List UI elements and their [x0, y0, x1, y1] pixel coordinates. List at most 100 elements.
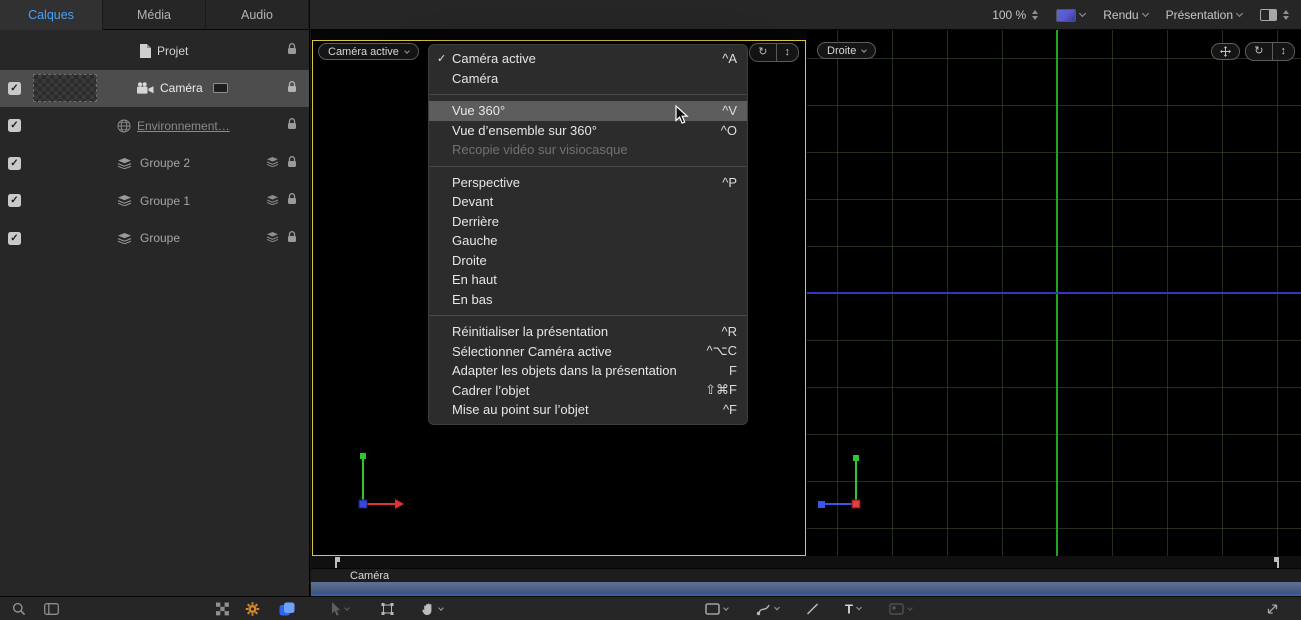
- rect-tool-icon: [705, 603, 720, 615]
- menu-item-en-bas[interactable]: En bas: [429, 290, 747, 310]
- timeline-track-label: Caméra: [350, 570, 389, 582]
- blue-axis-line: [807, 292, 1301, 294]
- bottom-toolbar: T: [0, 596, 1301, 620]
- pan-hand-tool[interactable]: [422, 602, 443, 616]
- view-popup-droite[interactable]: Droite: [817, 42, 876, 59]
- lock-icon[interactable]: [287, 118, 297, 133]
- visibility-checkbox[interactable]: [8, 82, 21, 95]
- rendu-dropdown[interactable]: Rendu: [1103, 8, 1147, 22]
- menu-item-camera[interactable]: Caméra: [429, 69, 747, 89]
- image-mask-tool[interactable]: [889, 603, 912, 615]
- dolly-view-button[interactable]: ↕: [1272, 43, 1295, 60]
- layer-thumbnail: [33, 74, 97, 102]
- visibility-checkbox[interactable]: [8, 232, 21, 245]
- timeline-track-bar[interactable]: [311, 582, 1301, 596]
- toggle-sidebar-button[interactable]: [44, 603, 59, 615]
- paint-stroke-icon: [756, 602, 771, 615]
- lock-icon[interactable]: [287, 231, 297, 246]
- menu-item-en-haut[interactable]: En haut: [429, 270, 747, 290]
- line-tool[interactable]: [806, 602, 819, 615]
- resize-handle[interactable]: [1266, 602, 1279, 615]
- search-button[interactable]: [12, 602, 26, 616]
- menu-item-selectionner-camera[interactable]: Sélectionner Caméra active ^⌥C: [429, 342, 747, 362]
- panel-tabs: Calques Média Audio: [0, 0, 310, 30]
- menu-item-shortcut: ^⌥C: [707, 343, 737, 359]
- dolly-view-button[interactable]: ↕: [776, 44, 799, 61]
- viewport-droite[interactable]: Droite ↻ ↕: [807, 30, 1301, 556]
- mouse-cursor: [674, 105, 689, 126]
- split-view-icon: [1260, 9, 1277, 21]
- tab-audio[interactable]: Audio: [206, 0, 309, 30]
- pan-view-button[interactable]: [1211, 43, 1240, 60]
- menu-item-label: Adapter les objets dans la présentation: [452, 363, 717, 378]
- visibility-checkbox[interactable]: [8, 157, 21, 170]
- menu-item-label: Caméra: [452, 71, 725, 86]
- menu-item-camera-active[interactable]: ✓ Caméra active ^A: [429, 49, 747, 69]
- tab-calques[interactable]: Calques: [0, 0, 103, 30]
- visibility-checkbox[interactable]: [8, 119, 21, 132]
- layer-label: Groupe: [140, 231, 180, 245]
- axis-gizmo[interactable]: [351, 449, 411, 511]
- chevron-down-icon: [344, 605, 350, 611]
- menu-item-perspective[interactable]: Perspective ^P: [429, 173, 747, 193]
- layer-label: Groupe 2: [140, 156, 190, 170]
- menu-item-adapter-objets[interactable]: Adapter les objets dans la présentation …: [429, 361, 747, 381]
- layer-row-groupe[interactable]: Groupe: [0, 220, 309, 258]
- zoom-level-dropdown[interactable]: 100 %: [992, 8, 1038, 22]
- channel-dropdown[interactable]: [1056, 9, 1085, 22]
- paint-stroke-tool[interactable]: [756, 602, 779, 615]
- menu-item-gauche[interactable]: Gauche: [429, 231, 747, 251]
- gear-toggle[interactable]: [245, 601, 260, 616]
- play-range-end-marker[interactable]: [1272, 557, 1279, 568]
- zoom-level-value: 100 %: [992, 8, 1026, 22]
- menu-item-vue-ensemble-360[interactable]: Vue d’ensemble sur 360° ^O: [429, 121, 747, 141]
- gear-icon: [245, 601, 260, 616]
- menu-item-droite[interactable]: Droite: [429, 251, 747, 271]
- axis-gizmo[interactable]: [815, 448, 885, 512]
- presentation-dropdown[interactable]: Présentation: [1166, 8, 1242, 22]
- layers-badge-toggle[interactable]: [279, 602, 295, 616]
- menu-item-shortcut: ^A: [722, 51, 737, 66]
- layer-row-groupe-2[interactable]: Groupe 2: [0, 145, 309, 183]
- menu-item-devant[interactable]: Devant: [429, 192, 747, 212]
- menu-item-cadrer-objet[interactable]: Cadrer l’objet ⇧⌘F: [429, 381, 747, 401]
- play-range-start-marker[interactable]: [335, 557, 342, 568]
- layer-row-camera[interactable]: Caméra: [0, 70, 309, 108]
- presentation-label: Présentation: [1166, 8, 1233, 22]
- chevron-down-icon: [438, 605, 444, 611]
- menu-item-label: En bas: [452, 292, 737, 307]
- orbit-view-button[interactable]: ↻: [750, 44, 775, 61]
- menu-item-mise-au-point[interactable]: Mise au point sur l’objet ^F: [429, 400, 747, 420]
- select-arrow-icon: [331, 602, 341, 616]
- menu-item-reinitialiser[interactable]: Réinitialiser la présentation ^R: [429, 322, 747, 342]
- menu-item-recopie-video: Recopie vidéo sur visiocasque: [429, 140, 747, 160]
- transform-tool[interactable]: [381, 602, 394, 615]
- view-popup-camera-active[interactable]: Caméra active: [318, 43, 419, 60]
- shape-tool[interactable]: [705, 603, 728, 615]
- menu-item-label: Caméra active: [452, 51, 710, 66]
- select-tool[interactable]: [331, 602, 349, 616]
- checkerboard-icon: [216, 602, 229, 615]
- layer-row-projet[interactable]: Projet: [0, 32, 309, 70]
- lock-icon[interactable]: [287, 81, 297, 96]
- menu-item-derriere[interactable]: Derrière: [429, 212, 747, 232]
- pan-icon: [1220, 46, 1231, 57]
- text-tool[interactable]: T: [845, 601, 861, 616]
- lock-icon[interactable]: [287, 43, 297, 58]
- checkerboard-toggle[interactable]: [216, 602, 229, 615]
- timeline-ruler[interactable]: [311, 556, 1301, 569]
- lock-icon[interactable]: [287, 193, 297, 208]
- layer-row-environnement[interactable]: Environnement…: [0, 107, 309, 145]
- tab-media[interactable]: Média: [103, 0, 206, 30]
- menu-separator: [429, 315, 747, 316]
- stepper-icon: [1032, 10, 1038, 20]
- menu-item-vue-360[interactable]: Vue 360° ^V: [429, 101, 747, 121]
- orbit-view-button[interactable]: ↻: [1246, 43, 1271, 60]
- layout-selector[interactable]: [1260, 9, 1289, 21]
- layers-icon: [117, 195, 132, 206]
- visibility-checkbox[interactable]: [8, 194, 21, 207]
- menu-item-label: Cadrer l’objet: [452, 383, 693, 398]
- layer-row-groupe-1[interactable]: Groupe 1: [0, 182, 309, 220]
- lock-icon[interactable]: [287, 156, 297, 171]
- rendu-label: Rendu: [1103, 8, 1138, 22]
